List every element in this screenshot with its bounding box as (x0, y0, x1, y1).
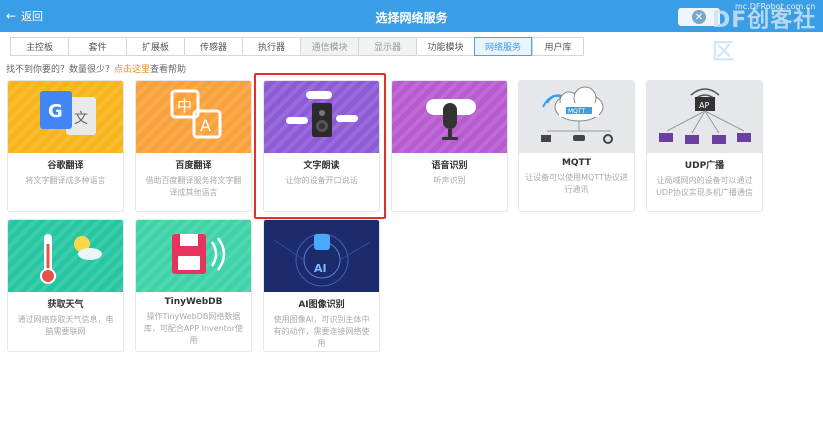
ai-vision-icon: AI (264, 220, 379, 292)
database-icon (136, 220, 251, 292)
tab-communication[interactable]: 通信模块 (300, 37, 358, 56)
card-description: 使用图像AI，可识别主体中有的动作，需要连接网络使用 (273, 315, 370, 348)
help-hint: 找不到你要的？数量很少？点击这里查看帮助 (6, 65, 187, 75)
google-translate-icon: 文 G (8, 81, 123, 153)
card-title: 谷歌翻译 (47, 161, 84, 171)
card-baidu-translate[interactable]: 中 A 百度翻译 借助百度翻译服务将文字翻译成其他语言 (135, 80, 252, 212)
card-description: 通过网络获取天气信息，电脑需要联网 (17, 315, 114, 336)
tab-sensors[interactable]: 传感器 (184, 37, 242, 56)
card-title: AI图像识别 (298, 300, 345, 310)
card-description: 借助百度翻译服务将文字翻译成其他语言 (145, 176, 242, 197)
card-udp-broadcast[interactable]: AP UDP广播 让局域网内的设备可以通过UDP协议实现多机广播通信 (646, 80, 763, 212)
svg-text:AI: AI (314, 262, 327, 275)
tab-network-services[interactable]: 网络服务 (474, 37, 532, 56)
tab-actuators[interactable]: 执行器 (242, 37, 300, 56)
weather-icon (8, 220, 123, 292)
card-description: 将文字翻译成多种语言 (25, 176, 106, 185)
translate-icon: 中 A (136, 81, 251, 153)
tab-expansion[interactable]: 扩展板 (126, 37, 184, 56)
card-title: UDP广播 (684, 161, 725, 171)
card-description: 让局域网内的设备可以通过UDP协议实现多机广播通信 (656, 176, 753, 197)
help-link[interactable]: 点击这里 (114, 65, 150, 75)
card-mqtt[interactable]: MQTT MQTT 让设备可以使用MQTT协议进行通讯 (518, 80, 635, 212)
card-description: 让设备可以使用MQTT协议进行通讯 (525, 173, 628, 194)
svg-text:AP: AP (699, 101, 709, 110)
selection-highlight (254, 73, 386, 219)
card-ai-image-recognition[interactable]: AI AI图像识别 使用图像AI，可识别主体中有的动作，需要连接网络使用 (263, 219, 380, 352)
tab-mainboard[interactable]: 主控板 (10, 37, 68, 56)
card-title: 获取天气 (47, 300, 84, 310)
card-title: 语音识别 (431, 161, 468, 171)
card-speech-recognition[interactable]: 语音识别 听声识别 (391, 80, 508, 212)
card-description: 听声识别 (433, 176, 466, 185)
svg-text:G: G (48, 101, 63, 122)
svg-text:文: 文 (74, 111, 88, 127)
microphone-icon (392, 81, 507, 153)
close-icon: ✕ (692, 10, 706, 24)
card-title: TinyWebDB (164, 297, 223, 307)
card-google-translate[interactable]: 文 G 谷歌翻译 将文字翻译成多种语言 (7, 80, 124, 212)
card-weather[interactable]: 获取天气 通过网络获取天气信息，电脑需要联网 (7, 219, 124, 352)
category-tabs: 主控板 套件 扩展板 传感器 执行器 通信模块 显示器 功能模块 网络服务 用户… (10, 37, 584, 56)
svg-text:MQTT: MQTT (568, 108, 585, 115)
card-title: MQTT (561, 158, 592, 168)
svg-text:A: A (200, 116, 211, 135)
tab-displays[interactable]: 显示器 (358, 37, 416, 56)
title-bar: ← 返回 选择网络服务 ✕ DF创客社区 mc.DFRobot.com.cn (0, 0, 823, 65)
watermark-logo: DF创客社区 (712, 8, 817, 65)
tab-kits[interactable]: 套件 (68, 37, 126, 56)
tab-user-library[interactable]: 用户库 (532, 37, 584, 56)
watermark-url: mc.DFRobot.com.cn (735, 2, 816, 11)
card-description: 操作TinyWebDB网络数据库，可配合APP Inventor使用 (143, 312, 244, 345)
mqtt-cloud-icon: MQTT (519, 81, 634, 153)
udp-network-icon: AP (647, 81, 762, 153)
card-title: 百度翻译 (175, 161, 212, 171)
svg-text:中: 中 (177, 97, 192, 115)
tab-function-modules[interactable]: 功能模块 (416, 37, 474, 56)
card-tinywebdb[interactable]: TinyWebDB 操作TinyWebDB网络数据库，可配合APP Invent… (135, 219, 252, 352)
